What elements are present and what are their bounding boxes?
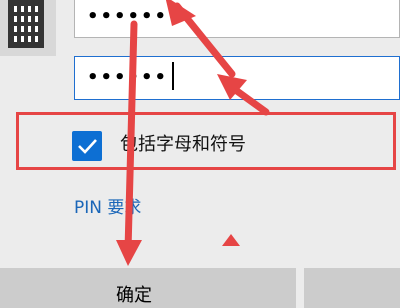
- annotation-arrow-to-ok-button: [124, 20, 138, 254]
- annotation-arrows: [116, 0, 270, 266]
- annotation-arrowhead-ok: [116, 240, 142, 266]
- annotation-small-triangle: [222, 234, 240, 246]
